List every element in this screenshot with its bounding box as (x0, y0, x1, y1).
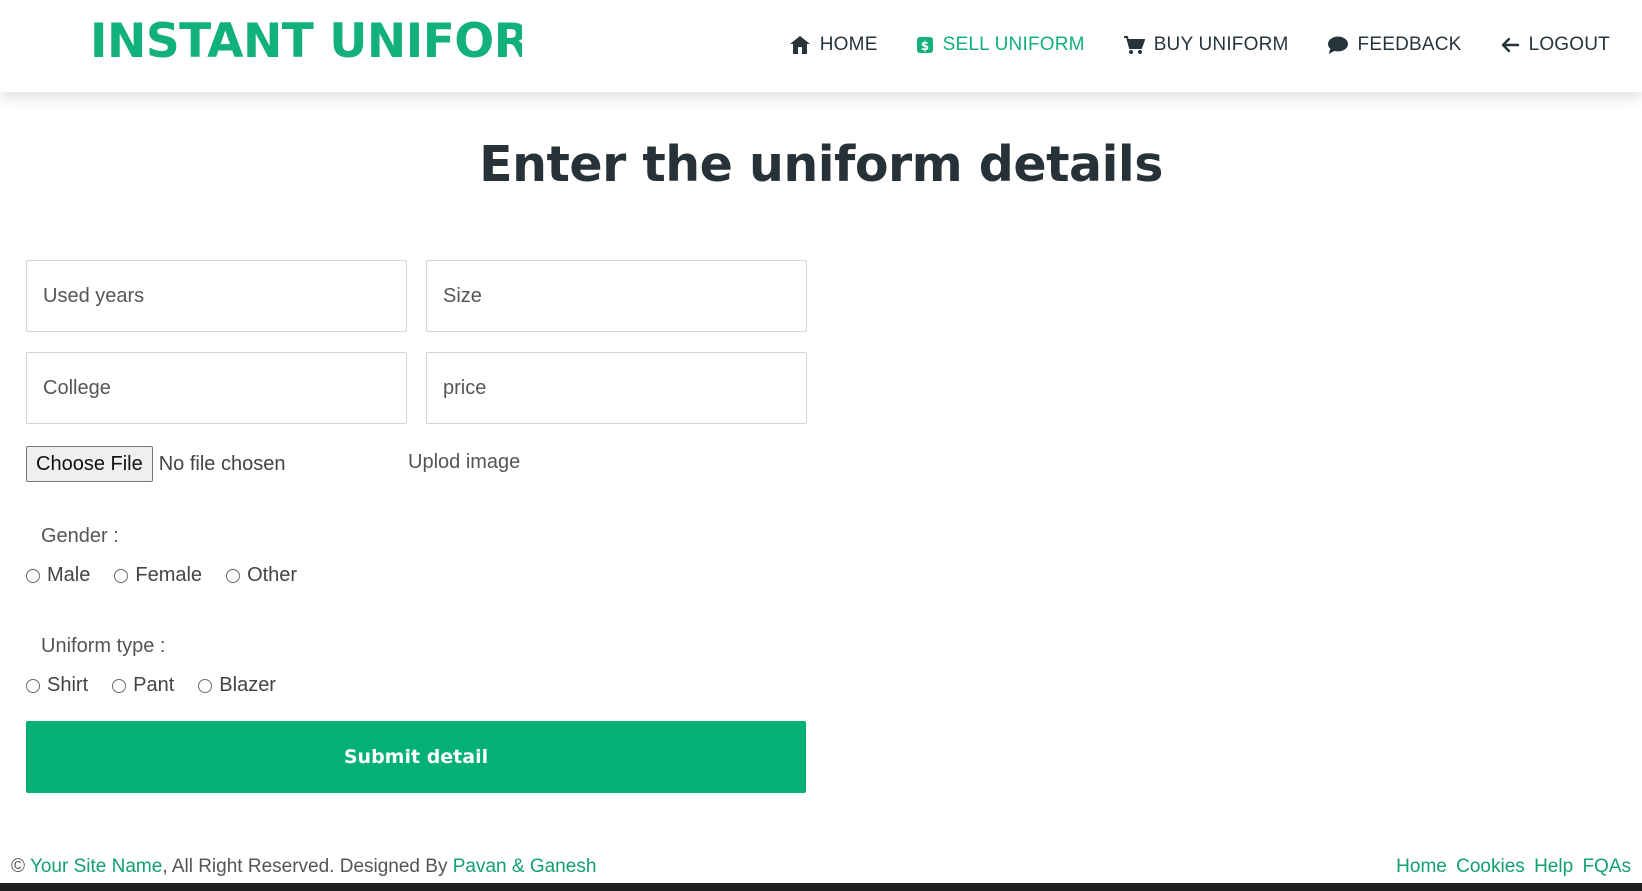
bottom-bar (0, 883, 1642, 891)
gender-label: Gender : (41, 525, 119, 547)
home-icon (789, 36, 810, 54)
nav-sell-uniform-label: SELL UNIFORM (942, 34, 1085, 55)
nav-home[interactable]: HOME (789, 34, 878, 56)
footer-home-link[interactable]: Home (1396, 856, 1447, 877)
nav-sell-uniform[interactable]: $ SELL UNIFORM (916, 34, 1085, 56)
nav-logout[interactable]: LOGOUT (1500, 34, 1610, 56)
upload-image-label: Uplod image (408, 451, 521, 473)
svg-text:$: $ (920, 39, 929, 53)
nav-logout-label: LOGOUT (1528, 34, 1610, 55)
copyright-symbol: © (11, 856, 25, 877)
file-status: No file chosen (158, 452, 286, 475)
gender-male-radio[interactable]: Male (26, 564, 90, 587)
price-input[interactable] (426, 352, 807, 424)
cart-icon (1123, 36, 1145, 54)
gender-other-label: Other (247, 564, 298, 586)
nav-feedback[interactable]: FEEDBACK (1327, 34, 1462, 56)
radio-circle[interactable] (198, 678, 213, 693)
type-blazer-label: Blazer (219, 674, 276, 696)
nav-home-label: HOME (819, 34, 878, 55)
footer-cookies-link[interactable]: Cookies (1456, 856, 1525, 877)
radio-circle[interactable] (26, 568, 40, 583)
nav-buy-uniform-label: BUY UNIFORM (1153, 34, 1289, 55)
file-upload: Choose File No file chosen (26, 446, 285, 482)
radio-circle[interactable] (114, 568, 129, 583)
main-nav: HOME $ SELL UNIFORM BUY UNIFORM FEEDBACK… (751, 30, 1610, 60)
radio-circle[interactable] (226, 568, 241, 583)
arrow-left-icon (1501, 37, 1519, 53)
rights-text: , All Right Reserved. Designed By (162, 856, 453, 877)
gender-female-label: Female (135, 564, 203, 586)
gender-options: Male Female Other (26, 564, 321, 587)
nav-buy-uniform[interactable]: BUY UNIFORM (1123, 34, 1289, 56)
type-pant-radio[interactable]: Pant (112, 674, 174, 697)
nav-feedback-label: FEEDBACK (1357, 34, 1462, 55)
used-years-input[interactable] (26, 260, 407, 332)
footer-copyright: © Your Site Name, All Right Reserved. De… (11, 856, 596, 878)
type-shirt-label: Shirt (47, 674, 89, 696)
radio-circle[interactable] (112, 678, 127, 693)
footer-links: Home Cookies Help FQAs (1392, 856, 1631, 878)
footer-help-link[interactable]: Help (1534, 856, 1573, 877)
gender-male-label: Male (47, 564, 91, 586)
choose-file-button[interactable]: Choose File (26, 446, 153, 482)
size-input[interactable] (426, 260, 807, 332)
chat-bubble-icon (1327, 36, 1348, 54)
uniform-type-label: Uniform type : (41, 635, 166, 657)
top-header: INSTANT UNIFORM HOME $ SELL UNIFORM BUY … (0, 0, 1642, 92)
dollar-square-icon: $ (916, 37, 933, 53)
site-name-link[interactable]: Your Site Name (30, 856, 162, 877)
uniform-type-options: Shirt Pant Blazer (26, 674, 300, 697)
gender-female-radio[interactable]: Female (114, 564, 202, 587)
designers-link[interactable]: Pavan & Ganesh (453, 856, 597, 877)
college-input[interactable] (26, 352, 407, 424)
site-logo[interactable]: INSTANT UNIFORM (90, 12, 522, 72)
type-pant-label: Pant (133, 674, 175, 696)
type-blazer-radio[interactable]: Blazer (198, 674, 276, 697)
footer-fqas-link[interactable]: FQAs (1582, 856, 1631, 877)
gender-other-radio[interactable]: Other (226, 564, 297, 587)
type-shirt-radio[interactable]: Shirt (26, 674, 88, 697)
page-title: Enter the uniform details (479, 136, 1163, 193)
radio-circle[interactable] (26, 678, 40, 693)
submit-detail-button[interactable]: Submit detail (26, 721, 806, 793)
